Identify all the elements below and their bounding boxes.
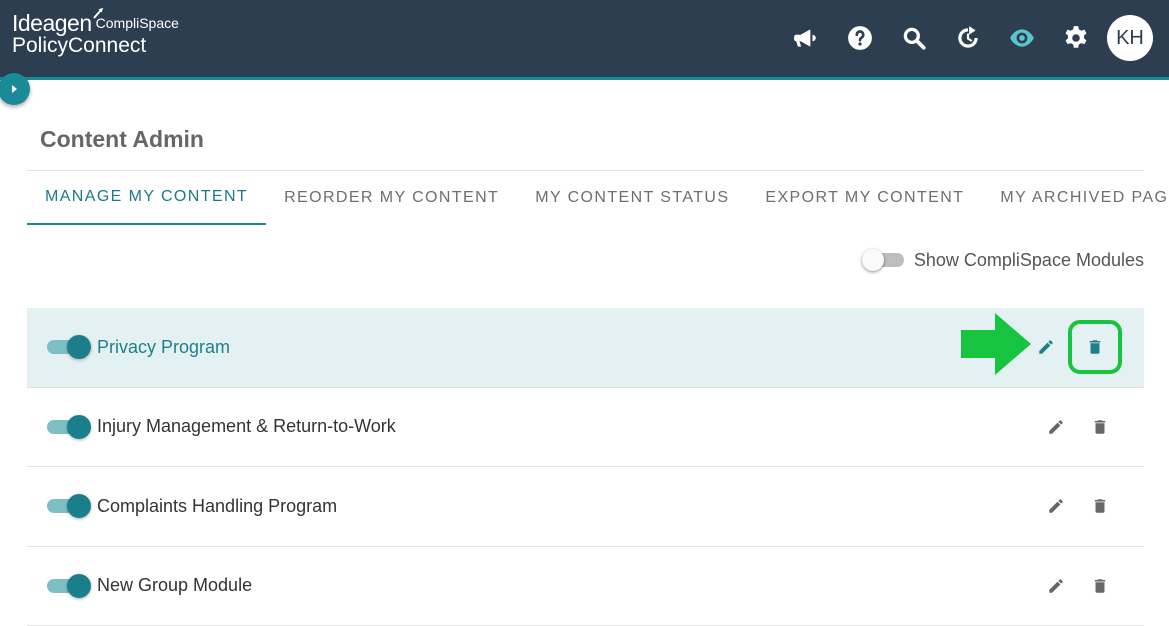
pencil-icon — [1037, 338, 1055, 356]
page-title: Content Admin — [40, 126, 204, 153]
gear-icon — [1063, 25, 1089, 51]
delete-module-button[interactable] — [1078, 484, 1122, 528]
module-enabled-switch[interactable] — [47, 334, 91, 360]
pencil-icon — [1047, 418, 1065, 436]
show-complispace-modules-label: Show CompliSpace Modules — [914, 250, 1144, 271]
sidebar-expand-button[interactable] — [0, 73, 30, 105]
module-enabled-switch[interactable] — [47, 573, 91, 599]
module-row: Injury Management & Return-to-Work — [27, 388, 1144, 468]
edit-module-button[interactable] — [1034, 484, 1078, 528]
tab-export-my-content[interactable]: EXPORT MY CONTENT — [747, 171, 982, 225]
announcements-button[interactable] — [779, 14, 833, 62]
show-complispace-modules-control: Show CompliSpace Modules — [862, 248, 1144, 272]
switch-knob — [67, 494, 91, 518]
pencil-icon — [1047, 497, 1065, 515]
switch-knob — [67, 574, 91, 598]
module-enabled-switch[interactable] — [47, 414, 91, 440]
row-actions — [1034, 467, 1122, 546]
pencil-icon — [1047, 577, 1065, 595]
switch-knob — [67, 335, 91, 359]
megaphone-icon — [793, 25, 819, 51]
edit-module-button[interactable] — [1034, 405, 1078, 449]
module-name[interactable]: New Group Module — [97, 575, 252, 596]
logo-sub-brand: CompliSpace — [96, 15, 179, 31]
show-complispace-modules-switch[interactable] — [862, 248, 906, 272]
tab-reorder-my-content[interactable]: REORDER MY CONTENT — [266, 171, 517, 225]
help-icon — [847, 25, 873, 51]
tab-my-content-status[interactable]: MY CONTENT STATUS — [517, 171, 747, 225]
trash-icon — [1091, 418, 1109, 436]
trash-icon — [1091, 577, 1109, 595]
trash-icon — [1086, 338, 1104, 356]
module-name[interactable]: Injury Management & Return-to-Work — [97, 416, 396, 437]
row-actions — [1024, 308, 1122, 387]
content-admin-tabs: MANAGE MY CONTENT REORDER MY CONTENT MY … — [27, 171, 1169, 225]
search-icon — [901, 25, 927, 51]
refresh-button[interactable] — [941, 14, 995, 62]
logo-product-name: PolicyConnect — [12, 34, 179, 58]
search-button[interactable] — [887, 14, 941, 62]
settings-button[interactable] — [1049, 14, 1103, 62]
module-name[interactable]: Privacy Program — [97, 337, 230, 358]
tab-manage-my-content[interactable]: MANAGE MY CONTENT — [27, 171, 266, 225]
header-actions: KH — [779, 14, 1153, 62]
preview-button[interactable] — [995, 14, 1049, 62]
tab-my-archived-pages[interactable]: MY ARCHIVED PAGES — [982, 171, 1169, 225]
trash-icon — [1091, 497, 1109, 515]
chevron-right-icon — [9, 84, 19, 94]
switch-knob — [862, 249, 884, 271]
row-actions — [1034, 547, 1122, 626]
refresh-icon — [955, 25, 981, 51]
row-actions — [1034, 388, 1122, 467]
help-button[interactable] — [833, 14, 887, 62]
annotation-arrow-icon — [961, 313, 1031, 375]
app-logo[interactable]: IdeagenCompliSpace PolicyConnect — [12, 10, 179, 58]
edit-module-button[interactable] — [1034, 564, 1078, 608]
module-enabled-switch[interactable] — [47, 493, 91, 519]
module-row: Complaints Handling Program — [27, 467, 1144, 547]
user-avatar[interactable]: KH — [1107, 15, 1153, 61]
module-name[interactable]: Complaints Handling Program — [97, 496, 337, 517]
delete-module-button[interactable] — [1068, 320, 1122, 374]
logo-brand: Ideagen — [12, 10, 92, 36]
top-navigation-bar: IdeagenCompliSpace PolicyConnect KH — [0, 0, 1169, 80]
eye-icon — [1009, 25, 1035, 51]
switch-knob — [67, 415, 91, 439]
delete-module-button[interactable] — [1078, 564, 1122, 608]
delete-module-button[interactable] — [1078, 405, 1122, 449]
module-row: New Group Module — [27, 547, 1144, 626]
